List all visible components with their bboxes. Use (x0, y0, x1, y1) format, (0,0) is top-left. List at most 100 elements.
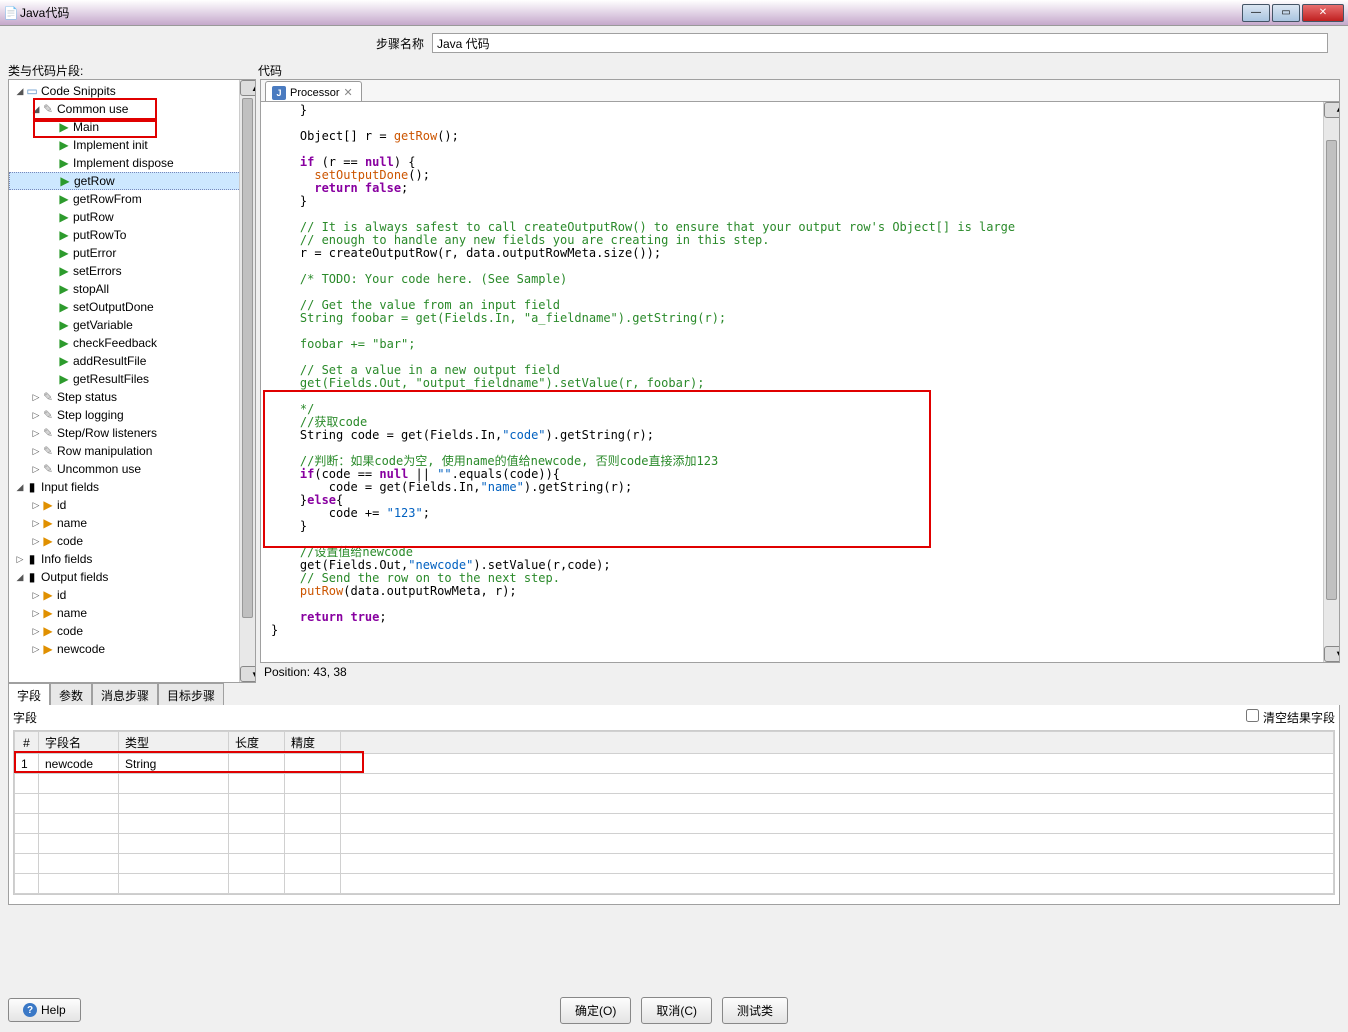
tree-input-fields[interactable]: ◢▮Input fields (9, 478, 255, 496)
col-prec[interactable]: 精度 (285, 732, 341, 754)
scroll-thumb[interactable] (242, 98, 253, 618)
tree-in-id[interactable]: ▷▶id (9, 496, 255, 514)
tree-snippet-getresultfiles[interactable]: ▶getResultFiles (9, 370, 255, 388)
tree-output-fields[interactable]: ◢▮Output fields (9, 568, 255, 586)
minimize-button[interactable]: — (1242, 4, 1270, 22)
play-icon: ▶ (57, 336, 71, 350)
play-icon: ▶ (57, 264, 71, 278)
tree-out-code[interactable]: ▷▶code (9, 622, 255, 640)
col-type[interactable]: 类型 (119, 732, 229, 754)
tree-snippet-puterror[interactable]: ▶putError (9, 244, 255, 262)
feather-icon: ✎ (41, 444, 55, 458)
tree-snippet-getrow[interactable]: ▶getRow (9, 172, 255, 190)
title-bar: 📄 Java代码 — ▭ ✕ (0, 0, 1348, 26)
editor-tab-label: Processor (290, 87, 340, 99)
play-icon: ▶ (57, 210, 71, 224)
tree-in-code[interactable]: ▷▶code (9, 532, 255, 550)
step-name-row: 步骤名称 (0, 26, 1348, 60)
tree-snippet-checkfeedback[interactable]: ▶checkFeedback (9, 334, 255, 352)
tree-snippet-getvariable[interactable]: ▶getVariable (9, 316, 255, 334)
play-icon: ▶ (57, 282, 71, 296)
fields-icon: ▮ (25, 480, 39, 494)
step-name-input[interactable] (432, 33, 1328, 53)
play-icon: ▶ (57, 192, 71, 206)
java-icon: J (272, 86, 286, 100)
play-icon: ▶ (57, 156, 71, 170)
footer: ?Help 确定(O) 取消(C) 测试类 (0, 988, 1348, 1032)
col-len[interactable]: 长度 (229, 732, 285, 754)
scroll-down-icon[interactable]: ▼ (240, 666, 256, 682)
tree-snippet-main[interactable]: ▶Main (9, 118, 255, 136)
table-row[interactable]: 1 newcode String (15, 754, 1334, 774)
col-blank (341, 732, 1334, 754)
editor-tab-processor[interactable]: J Processor ✕ (265, 81, 362, 101)
tab-close-icon[interactable]: ✕ (344, 86, 353, 99)
field-icon: ▶ (41, 516, 55, 530)
tree-out-newcode[interactable]: ▷▶newcode (9, 640, 255, 658)
help-button[interactable]: ?Help (8, 998, 81, 1022)
tree-in-name[interactable]: ▷▶name (9, 514, 255, 532)
play-icon: ▶ (58, 174, 72, 188)
tab-fields[interactable]: 字段 (8, 683, 50, 705)
cell-name[interactable]: newcode (39, 754, 119, 774)
tree-snippet-dispose[interactable]: ▶Implement dispose (9, 154, 255, 172)
tab-params[interactable]: 参数 (50, 683, 92, 705)
editor-scrollbar[interactable]: ▲ ▼ (1323, 102, 1339, 662)
fields-grid[interactable]: # 字段名 类型 长度 精度 1 newcode String (13, 730, 1335, 895)
bottom-tabs: 字段 参数 消息步骤 目标步骤 (0, 683, 1348, 705)
tree-snippet-getrowfrom[interactable]: ▶getRowFrom (9, 190, 255, 208)
feather-icon: ✎ (41, 390, 55, 404)
tree-scrollbar[interactable]: ▲ ▼ (239, 80, 255, 682)
tab-info[interactable]: 消息步骤 (92, 683, 158, 705)
scroll-up-icon[interactable]: ▲ (1324, 102, 1340, 118)
tree-snippet-putrowto[interactable]: ▶putRowTo (9, 226, 255, 244)
scroll-up-icon[interactable]: ▲ (240, 80, 256, 96)
tree-out-id[interactable]: ▷▶id (9, 586, 255, 604)
cell-len[interactable] (229, 754, 285, 774)
tab-target[interactable]: 目标步骤 (158, 683, 224, 705)
tree-snippet-stopall[interactable]: ▶stopAll (9, 280, 255, 298)
field-icon: ▶ (41, 624, 55, 638)
tree-info-fields[interactable]: ▷▮Info fields (9, 550, 255, 568)
window-icon: 📄 (4, 6, 18, 20)
tree-group-status[interactable]: ▷✎Step status (9, 388, 255, 406)
tree-root[interactable]: ◢▭Code Snippits (9, 82, 255, 100)
test-button[interactable]: 测试类 (722, 997, 788, 1024)
fields-pane: 字段 清空结果字段 # 字段名 类型 长度 精度 1 newcode Strin… (8, 705, 1340, 905)
tree-group-rowmanip[interactable]: ▷✎Row manipulation (9, 442, 255, 460)
tree-group-logging[interactable]: ▷✎Step logging (9, 406, 255, 424)
play-icon: ▶ (57, 246, 71, 260)
folder-icon: ▭ (25, 84, 39, 98)
play-icon: ▶ (57, 372, 71, 386)
tree-snippet-setoutputdone[interactable]: ▶setOutputDone (9, 298, 255, 316)
tree-snippet-seterrors[interactable]: ▶setErrors (9, 262, 255, 280)
field-icon: ▶ (41, 642, 55, 656)
close-button[interactable]: ✕ (1302, 4, 1344, 22)
scroll-down-icon[interactable]: ▼ (1324, 646, 1340, 662)
tree-snippet-putrow[interactable]: ▶putRow (9, 208, 255, 226)
col-name[interactable]: 字段名 (39, 732, 119, 754)
tree-snippet-init[interactable]: ▶Implement init (9, 136, 255, 154)
tree-group-listeners[interactable]: ▷✎Step/Row listeners (9, 424, 255, 442)
tree-out-name[interactable]: ▷▶name (9, 604, 255, 622)
tree-common-use[interactable]: ◢✎Common use (9, 100, 255, 118)
code-pane: J Processor ✕ } Object[] r = getRow(); i… (260, 79, 1340, 683)
feather-icon: ✎ (41, 426, 55, 440)
fields-icon: ▮ (25, 552, 39, 566)
code-editor[interactable]: } Object[] r = getRow(); if (r == null) … (260, 101, 1340, 663)
tree-group-uncommon[interactable]: ▷✎Uncommon use (9, 460, 255, 478)
maximize-button[interactable]: ▭ (1272, 4, 1300, 22)
play-icon: ▶ (57, 120, 71, 134)
field-icon: ▶ (41, 606, 55, 620)
tree-snippet-addresultfile[interactable]: ▶addResultFile (9, 352, 255, 370)
feather-icon: ✎ (41, 408, 55, 422)
cancel-button[interactable]: 取消(C) (641, 997, 712, 1024)
cell-type[interactable]: String (119, 754, 229, 774)
scroll-thumb[interactable] (1326, 140, 1337, 600)
ok-button[interactable]: 确定(O) (560, 997, 631, 1024)
col-num[interactable]: # (15, 732, 39, 754)
cell-num[interactable]: 1 (15, 754, 39, 774)
fields-icon: ▮ (25, 570, 39, 584)
clear-result-checkbox[interactable]: 清空结果字段 (1246, 709, 1335, 726)
cell-prec[interactable] (285, 754, 341, 774)
